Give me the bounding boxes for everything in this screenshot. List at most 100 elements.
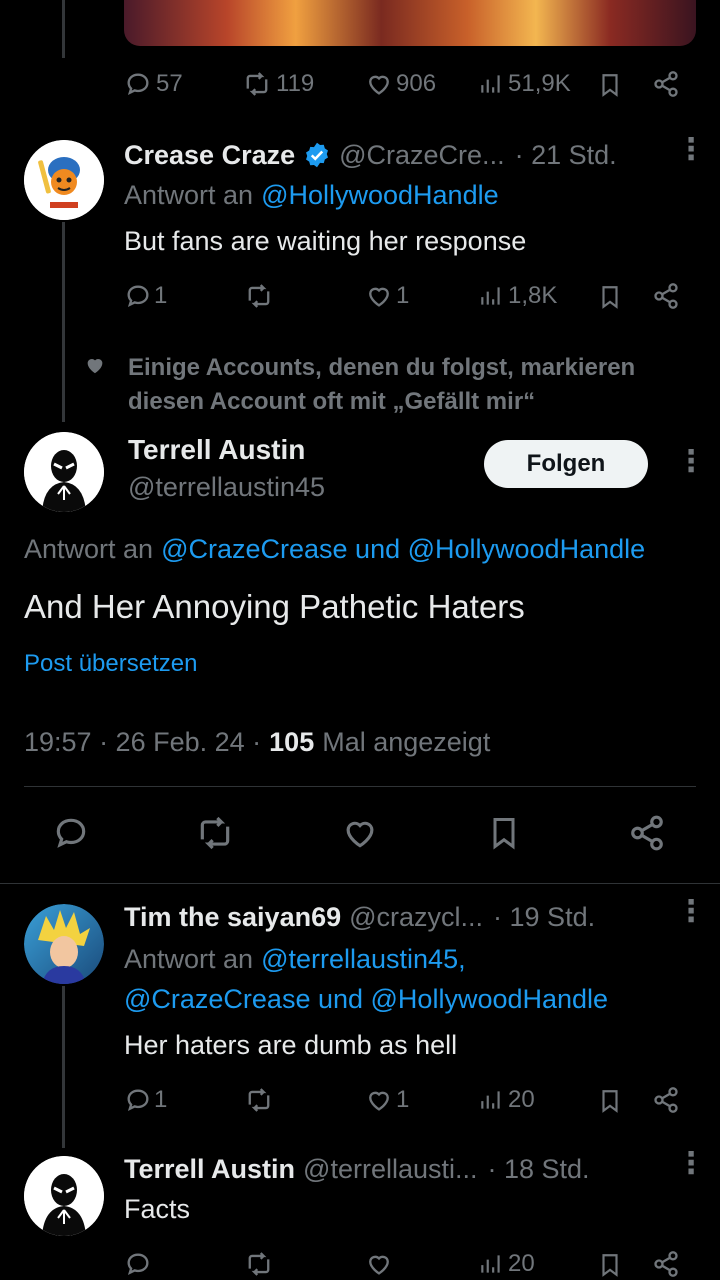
more-options-button[interactable]: ⋮ — [676, 447, 706, 477]
reply-icon — [127, 285, 149, 307]
avatar[interactable] — [24, 904, 104, 984]
author-handle[interactable]: @terrellausti... — [303, 1154, 477, 1185]
avatar[interactable] — [24, 1156, 104, 1236]
repost-icon — [248, 1252, 270, 1276]
bookmark-icon — [602, 74, 618, 97]
bookmark-icon — [493, 818, 515, 850]
repost-button[interactable] — [244, 1250, 274, 1278]
author-name[interactable]: Terrell Austin — [124, 1154, 295, 1185]
more-options-button[interactable]: ⋮ — [676, 897, 706, 927]
views-button[interactable]: 1,8K — [478, 282, 557, 310]
author-handle[interactable]: @terrellaustin45 — [128, 472, 325, 503]
share-button[interactable] — [628, 814, 666, 852]
like-button[interactable] — [340, 814, 380, 852]
post-timestamp[interactable]: 19:57 · 26 Feb. 24 · — [24, 727, 261, 758]
thread-line — [62, 986, 65, 1148]
like-button[interactable]: 1 — [364, 1086, 409, 1114]
post-time[interactable]: · 18 Std. — [488, 1154, 590, 1185]
heart-icon — [369, 1091, 389, 1111]
repost-button[interactable] — [194, 814, 236, 852]
author-name[interactable]: Crease Craze — [124, 140, 295, 171]
post-text: And Her Annoying Pathetic Haters — [24, 588, 525, 625]
reply-to-link[interactable]: @CrazeCrease und @HollywoodHandle — [161, 534, 645, 565]
bookmark-icon — [602, 1090, 618, 1113]
avatar-image — [24, 140, 104, 220]
views-count: 51,9K — [508, 70, 571, 97]
views-button[interactable]: 20 — [478, 1250, 535, 1278]
avatar-image — [24, 432, 104, 512]
views-button[interactable]: 51,9K — [478, 70, 571, 98]
social-context-text: Einige Accounts, denen du folgst, markie… — [128, 354, 636, 415]
thread-line — [62, 0, 65, 58]
like-button[interactable]: 906 — [364, 70, 436, 98]
reply-count: 57 — [156, 70, 183, 97]
views-icon — [481, 1255, 500, 1273]
post-text: Her haters are dumb as hell — [124, 1030, 458, 1060]
like-count: 1 — [396, 1086, 410, 1113]
like-button[interactable] — [364, 1250, 394, 1278]
reply-button[interactable]: 1 — [124, 282, 167, 310]
repost-icon — [248, 1088, 270, 1112]
author-handle[interactable]: @crazycl... — [349, 902, 483, 933]
bookmark-button[interactable] — [597, 282, 623, 312]
repost-button[interactable] — [244, 282, 274, 310]
share-button[interactable] — [652, 282, 680, 310]
views-button[interactable]: 20 — [478, 1086, 535, 1114]
reply-button[interactable] — [52, 814, 90, 852]
heart-icon — [84, 354, 106, 381]
post-text: But fans are waiting her response — [124, 226, 527, 256]
reply-to-link[interactable]: @HollywoodHandle — [261, 180, 499, 211]
repost-icon — [248, 284, 270, 308]
repost-count: 119 — [276, 70, 315, 97]
reply-to-link[interactable]: @CrazeCrease und @HollywoodHandle — [124, 984, 608, 1015]
more-options-button[interactable]: ⋮ — [676, 135, 706, 165]
bookmark-icon — [602, 286, 618, 309]
reply-count: 1 — [154, 1086, 168, 1113]
reply-icon — [127, 1253, 149, 1275]
share-button[interactable] — [652, 70, 680, 98]
reply-button[interactable] — [124, 1250, 152, 1278]
heart-icon — [346, 821, 374, 848]
views-icon — [481, 75, 500, 93]
author-name[interactable]: Tim the saiyan69 — [124, 902, 341, 933]
post-text: Facts — [124, 1194, 191, 1224]
bookmark-button[interactable] — [597, 1250, 623, 1280]
post-time[interactable]: · 21 Std. — [515, 140, 617, 171]
repost-button[interactable]: 119 — [242, 70, 314, 98]
bookmark-button[interactable] — [597, 1086, 623, 1116]
bookmark-icon — [602, 1254, 618, 1277]
share-button[interactable] — [652, 1086, 680, 1114]
heart-icon — [369, 75, 389, 95]
reply-icon — [56, 818, 86, 848]
bookmark-button[interactable] — [486, 812, 522, 854]
views-count: 20 — [508, 1086, 535, 1113]
avatar-image — [24, 904, 104, 984]
thread-line — [62, 222, 65, 422]
avatar[interactable] — [24, 140, 104, 220]
more-options-button[interactable]: ⋮ — [676, 1149, 706, 1179]
reply-to-link[interactable]: @terrellaustin45, — [261, 944, 466, 975]
post-time[interactable]: · 19 Std. — [493, 902, 595, 933]
reply-prefix: Antwort an — [124, 180, 254, 210]
bookmark-button[interactable] — [597, 70, 623, 100]
reply-button[interactable]: 1 — [124, 1086, 167, 1114]
avatar[interactable] — [24, 432, 104, 512]
reply-icon — [127, 73, 149, 95]
divider — [0, 883, 720, 884]
share-icon — [654, 1087, 678, 1113]
share-button[interactable] — [652, 1250, 680, 1278]
share-icon — [654, 71, 678, 97]
like-button[interactable]: 1 — [364, 282, 409, 310]
author-handle[interactable]: @CrazeCre... — [339, 140, 504, 171]
views-count: 20 — [508, 1250, 535, 1277]
share-icon — [631, 815, 663, 851]
translate-link[interactable]: Post übersetzen — [24, 650, 197, 678]
share-icon — [654, 1251, 678, 1277]
views-icon — [481, 1091, 500, 1109]
author-name[interactable]: Terrell Austin — [128, 434, 305, 466]
reply-button[interactable]: 57 — [124, 70, 183, 98]
post-image[interactable] — [124, 0, 696, 46]
share-icon — [654, 283, 678, 309]
follow-button[interactable]: Folgen — [484, 440, 648, 488]
repost-button[interactable] — [244, 1086, 274, 1114]
